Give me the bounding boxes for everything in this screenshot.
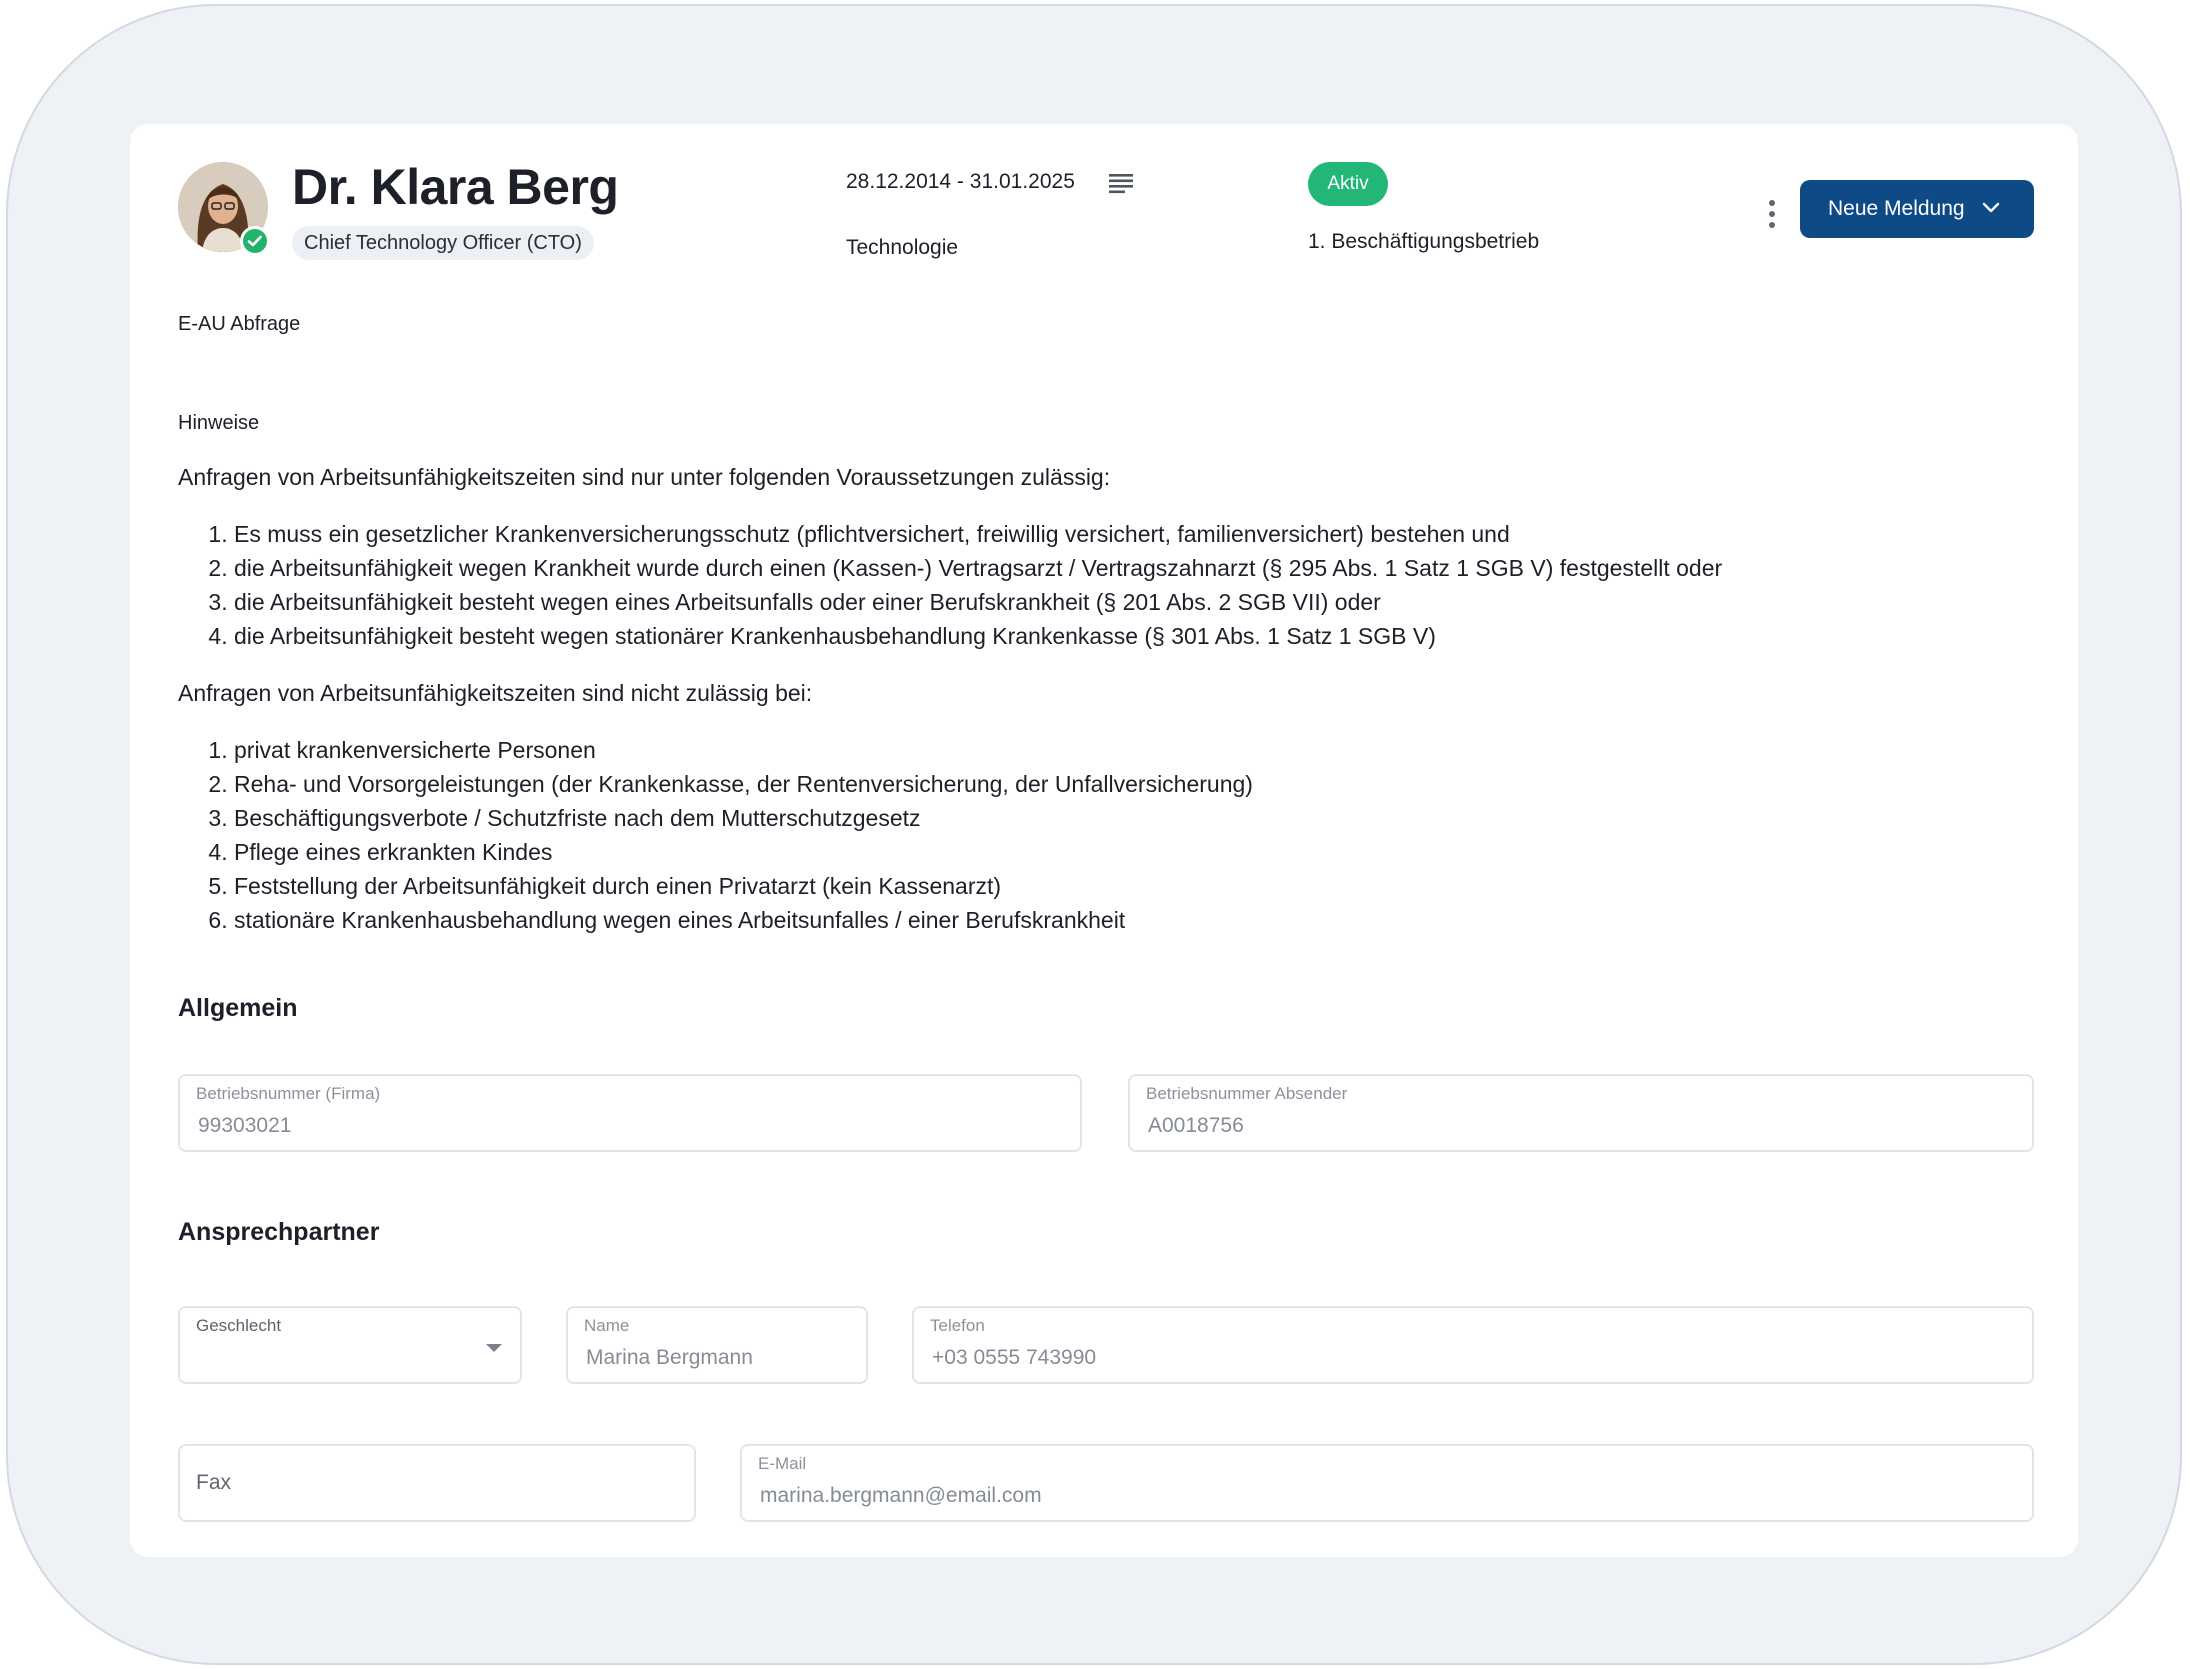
field-value: Marina Bergmann [586, 1346, 753, 1369]
sender-number-field[interactable]: Betriebsnummer Absender A0018756 [1128, 1074, 2034, 1152]
more-options-icon[interactable] [1760, 196, 1784, 232]
list-item: Beschäftigungsverbote / Schutzfriste nac… [234, 801, 1253, 835]
field-label: Name [584, 1316, 630, 1335]
field-label: Telefon [930, 1316, 985, 1335]
list-item: Pflege eines erkrankten Kindes [234, 835, 1253, 869]
field-value: 99303021 [198, 1114, 292, 1137]
chevron-down-icon [1982, 202, 2000, 213]
list-item: die Arbeitsunfähigkeit besteht wegen sta… [234, 619, 1722, 653]
gender-select[interactable]: Geschlecht [178, 1306, 522, 1384]
list-item: die Arbeitsunfähigkeit besteht wegen ein… [234, 585, 1722, 619]
list-item: Es muss ein gesetzlicher Krankenversiche… [234, 517, 1722, 551]
new-report-button-label: Neue Meldung [1828, 197, 1965, 220]
new-report-button[interactable]: Neue Meldung [1800, 180, 2034, 238]
name-field[interactable]: Name Marina Bergmann [566, 1306, 868, 1384]
device-frame: Dr. Klara Berg Chief Technology Officer … [6, 4, 2182, 1665]
employment-type: 1. Beschäftigungsbetrieb [1308, 230, 1540, 253]
field-label: Geschlecht [196, 1316, 282, 1335]
not-allowed-intro: Anfragen von Arbeitsunfähigkeitszeiten s… [178, 680, 813, 706]
phone-field[interactable]: Telefon +03 0555 743990 [912, 1306, 2034, 1384]
contact-section-title: Ansprechpartner [178, 1218, 380, 1246]
field-label: Betriebsnummer Absender [1146, 1084, 1348, 1103]
role-chip: Chief Technology Officer (CTO) [292, 226, 594, 260]
general-section-title: Allgemein [178, 994, 298, 1022]
company-number-field[interactable]: Betriebsnummer (Firma) 99303021 [178, 1074, 1082, 1152]
status-badge: Aktiv [1308, 162, 1388, 206]
field-value: A0018756 [1148, 1114, 1244, 1137]
field-label: Betriebsnummer (Firma) [196, 1084, 381, 1103]
not-allowed-list: privat krankenversicherte Personen Reha-… [178, 733, 1253, 937]
list-item: die Arbeitsunfähigkeit wegen Krankheit w… [234, 551, 1722, 585]
employment-period: 28.12.2014 - 31.01.2025 [846, 170, 1075, 193]
page-title: E-AU Abfrage [178, 313, 301, 335]
allowed-list: Es muss ein gesetzlicher Krankenversiche… [178, 517, 1722, 653]
list-item: stationäre Krankenhausbehandlung wegen e… [234, 903, 1253, 937]
field-value: marina.bergmann@email.com [760, 1484, 1042, 1507]
main-card: Dr. Klara Berg Chief Technology Officer … [130, 124, 2078, 1557]
email-field[interactable]: E-Mail marina.bergmann@email.com [740, 1444, 2034, 1522]
department: Technologie [846, 236, 959, 259]
field-placeholder: Fax [196, 1471, 232, 1494]
details-list-icon[interactable] [1108, 172, 1134, 194]
list-item: Reha- und Vorsorgeleistungen (der Kranke… [234, 767, 1253, 801]
list-item: Feststellung der Arbeitsunfähigkeit durc… [234, 869, 1253, 903]
fax-field[interactable]: Fax [178, 1444, 696, 1522]
field-value: +03 0555 743990 [932, 1346, 1097, 1369]
allowed-intro: Anfragen von Arbeitsunfähigkeitszeiten s… [178, 464, 1111, 490]
person-name: Dr. Klara Berg [292, 159, 619, 215]
list-item: privat krankenversicherte Personen [234, 733, 1253, 767]
dropdown-caret-icon [486, 1344, 502, 1352]
verified-check-icon [240, 226, 270, 256]
field-label: E-Mail [758, 1454, 807, 1473]
notes-title: Hinweise [178, 412, 260, 434]
